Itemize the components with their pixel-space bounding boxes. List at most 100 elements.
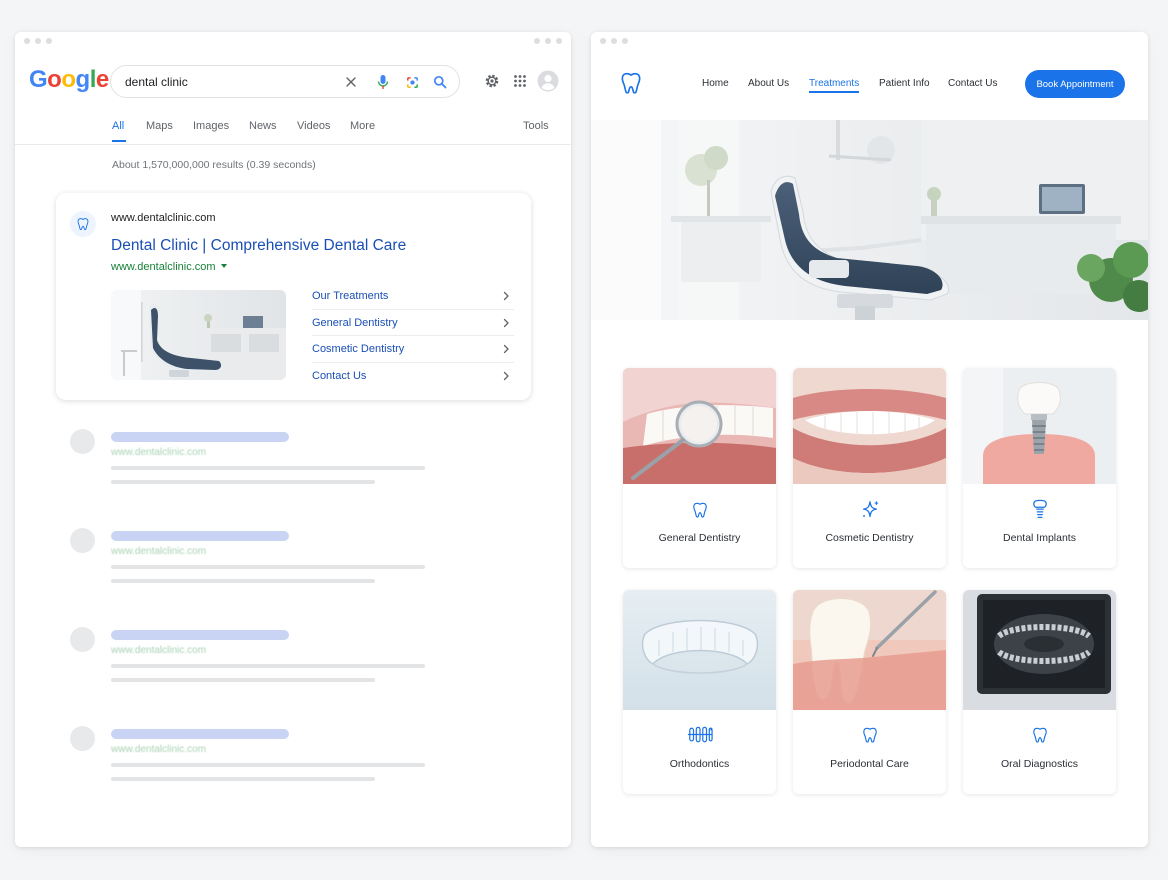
braces-icon (623, 724, 776, 746)
site-favicon-tooth-icon (70, 211, 96, 237)
placeholder-line (111, 664, 425, 668)
settings-gear-icon[interactable] (482, 71, 502, 91)
placeholder-line (111, 480, 375, 484)
window-titlebar (591, 32, 1148, 50)
window-titlebar (15, 32, 571, 50)
clear-icon[interactable] (343, 74, 359, 90)
chevron-right-icon (500, 290, 512, 302)
sitelink-contact-us[interactable]: Contact Us (312, 363, 514, 390)
treatment-image-tooth-gum (793, 590, 946, 710)
placeholder-url: www.dentalclinic.com (111, 744, 207, 755)
nav-home[interactable]: Home (702, 78, 729, 89)
nav-contact-us[interactable]: Contact Us (948, 78, 997, 89)
result-url[interactable]: www.dentalclinic.com (111, 261, 227, 273)
tooth-icon (963, 724, 1116, 746)
placeholder-line (111, 777, 375, 781)
placeholder-title-bar (111, 432, 289, 442)
chevron-right-icon (500, 370, 512, 382)
treatment-image-dental-mirror (623, 368, 776, 484)
placeholder-result: www.dentalclinic.com (70, 528, 440, 588)
book-appointment-button[interactable]: Book Appointment (1025, 70, 1125, 98)
sitelinks-list: Our Treatments General Dentistry Cosmeti… (312, 283, 514, 389)
window-controls[interactable] (24, 38, 52, 44)
nav-treatments[interactable]: Treatments (809, 78, 859, 89)
treatment-label: Oral Diagnostics (1000, 758, 1079, 770)
treatment-label: Periodontal Care (830, 758, 909, 770)
placeholder-title-bar (111, 531, 289, 541)
tab-maps[interactable]: Maps (146, 120, 173, 132)
active-nav-indicator (809, 91, 859, 93)
placeholder-url: www.dentalclinic.com (111, 447, 207, 458)
google-logo[interactable]: Google (29, 66, 109, 94)
sitelink-label: Cosmetic Dentistry (312, 343, 405, 355)
sparkle-icon (793, 499, 946, 521)
sitelink-label: Contact Us (312, 369, 367, 382)
hero-image-dental-clinic (591, 120, 1148, 320)
browser-window-search: Google All Maps Images News Videos More … (15, 32, 571, 847)
tab-all[interactable]: All (112, 120, 124, 132)
sitelink-general-dentistry[interactable]: General Dentistry (312, 310, 514, 336)
treatment-card-periodontal-care[interactable]: Periodontal Care (793, 590, 946, 794)
treatment-image-smile (793, 368, 946, 484)
nav-patient-info[interactable]: Patient Info (879, 78, 930, 89)
placeholder-title-bar (111, 630, 289, 640)
placeholder-result: www.dentalclinic.com (70, 429, 440, 489)
tools-button[interactable]: Tools (523, 120, 549, 132)
placeholder-result: www.dentalclinic.com (70, 726, 440, 786)
placeholder-line (111, 466, 425, 470)
search-bar (110, 65, 460, 98)
treatment-label: Cosmetic Dentistry (825, 532, 914, 544)
placeholder-result: www.dentalclinic.com (70, 627, 440, 687)
result-domain: www.dentalclinic.com (111, 212, 216, 224)
sitelink-label: Our Treatments (312, 290, 389, 302)
search-icon[interactable] (432, 74, 448, 90)
results-stats: About 1,570,000,000 results (0.39 second… (112, 159, 316, 171)
apps-grid-icon[interactable] (510, 71, 530, 91)
treatment-card-general-dentistry[interactable]: General Dentistry (623, 368, 776, 568)
lens-icon[interactable] (404, 74, 420, 90)
placeholder-url: www.dentalclinic.com (111, 546, 207, 557)
sitelink-cosmetic-dentistry[interactable]: Cosmetic Dentistry (312, 336, 514, 363)
tooth-icon (793, 724, 946, 746)
browser-window-website: Home About Us Treatments Patient Info Co… (591, 32, 1148, 847)
microphone-icon[interactable] (375, 74, 391, 90)
window-controls-right (534, 38, 562, 44)
result-url-text: www.dentalclinic.com (111, 261, 216, 273)
result-thumbnail-dental-chair[interactable] (111, 290, 286, 380)
placeholder-line (111, 678, 375, 682)
implant-icon (963, 499, 1116, 521)
treatment-card-dental-implants[interactable]: Dental Implants (963, 368, 1116, 568)
nav-about-us[interactable]: About Us (748, 78, 789, 89)
treatment-card-orthodontics[interactable]: Orthodontics (623, 590, 776, 794)
url-dropdown-caret-icon[interactable] (220, 264, 227, 268)
result-title-link[interactable]: Dental Clinic | Comprehensive Dental Car… (111, 237, 406, 255)
placeholder-avatar (70, 528, 95, 553)
active-tab-indicator (112, 140, 126, 142)
treatment-image-implant (963, 368, 1116, 484)
search-input[interactable] (125, 73, 335, 91)
sitelink-our-treatments[interactable]: Our Treatments (312, 283, 514, 310)
sitelink-label: General Dentistry (312, 316, 398, 329)
placeholder-avatar (70, 429, 95, 454)
tab-images[interactable]: Images (193, 120, 229, 132)
placeholder-line (111, 565, 425, 569)
placeholder-title-bar (111, 729, 289, 739)
chevron-right-icon (500, 317, 512, 329)
placeholder-avatar (70, 627, 95, 652)
tab-news[interactable]: News (249, 120, 277, 132)
treatment-image-dental-xray (963, 590, 1116, 710)
treatment-label: General Dentistry (658, 532, 741, 544)
tab-more[interactable]: More (350, 120, 375, 132)
window-controls[interactable] (600, 38, 628, 44)
tooth-icon (623, 499, 776, 521)
tab-videos[interactable]: Videos (297, 120, 330, 132)
placeholder-line (111, 763, 425, 767)
clinic-logo-tooth-icon[interactable] (617, 68, 645, 103)
chevron-right-icon (500, 343, 512, 355)
treatment-card-cosmetic-dentistry[interactable]: Cosmetic Dentistry (793, 368, 946, 568)
treatment-image-clear-aligner (623, 590, 776, 710)
treatment-card-oral-diagnostics[interactable]: Oral Diagnostics (963, 590, 1116, 794)
account-avatar-icon[interactable] (537, 70, 559, 92)
search-tabs: All Maps Images News Videos More Tools (112, 120, 571, 142)
search-result-card: www.dentalclinic.com Dental Clinic | Com… (56, 193, 531, 400)
